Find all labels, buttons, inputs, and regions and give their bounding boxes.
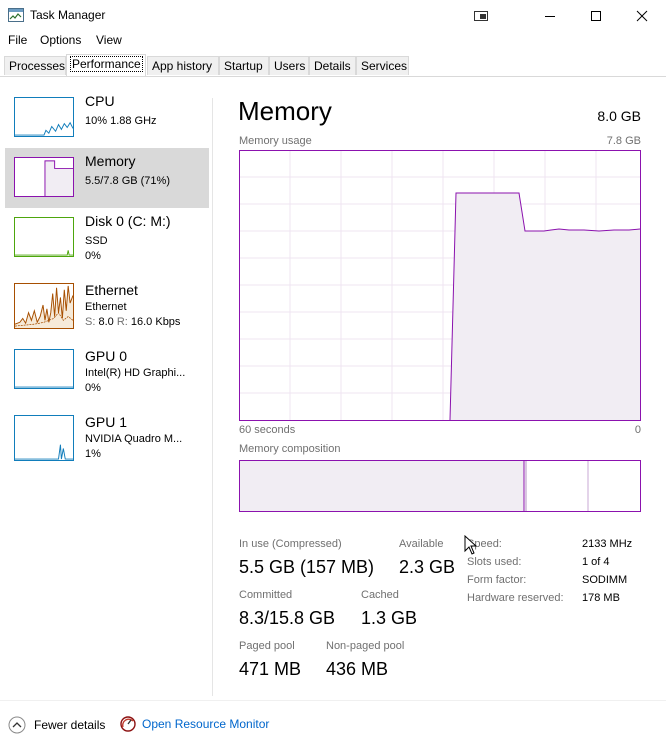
fewer-details-button[interactable]: Fewer details — [8, 716, 105, 734]
fewer-details-label: Fewer details — [34, 718, 106, 732]
graph-axis-right: 0 — [634, 424, 641, 436]
disk-type: SSD — [85, 235, 108, 247]
spec-hardware-reserved-value: 178 MB — [582, 592, 620, 604]
open-resource-monitor-label: Open Resource Monitor — [142, 717, 270, 731]
cpu-usage: 10% 1.88 GHz — [85, 115, 157, 127]
sidebar-item-disk[interactable]: Disk 0 (C: M:) SSD 0% — [5, 208, 209, 268]
ethernet-adapter: Ethernet — [85, 301, 127, 313]
memory-usage-graph — [239, 150, 641, 421]
gpu0-label: GPU 0 — [85, 348, 128, 364]
sidebar-item-gpu0[interactable]: GPU 0 Intel(R) HD Graphi... 0% — [5, 340, 209, 400]
sidebar-item-memory[interactable]: Memory 5.5/7.8 GB (71%) — [5, 148, 209, 208]
ethernet-send-value: 8.0 — [98, 316, 114, 328]
tab-startup[interactable]: Startup — [219, 56, 269, 75]
disk-label: Disk 0 (C: M:) — [85, 213, 171, 229]
spec-hardware-reserved-label: Hardware reserved: — [467, 592, 564, 604]
graph-axis-left: 60 seconds — [239, 424, 296, 436]
sidebar-item-cpu[interactable]: CPU 10% 1.88 GHz — [5, 88, 209, 148]
sidebar-item-gpu1[interactable]: GPU 1 NVIDIA Quadro M... 1% — [5, 406, 209, 466]
memory-composition-bar — [239, 460, 641, 512]
task-manager-icon — [8, 8, 24, 22]
memory-usage-max: 7.8 GB — [606, 135, 641, 147]
menu-view[interactable]: View — [96, 33, 122, 47]
ethernet-thumbnail — [14, 283, 74, 329]
minimize-icon — [545, 15, 555, 17]
memory-label: Memory — [85, 153, 136, 169]
menu-file[interactable]: File — [8, 33, 27, 47]
memory-usage-label: Memory usage — [239, 135, 312, 147]
page-title: Memory — [238, 96, 332, 126]
gpu1-model: NVIDIA Quadro M... — [85, 433, 183, 445]
memory-total: 8.0 GB — [597, 108, 641, 124]
mouse-cursor-icon — [464, 535, 478, 555]
gpu0-model: Intel(R) HD Graphi... — [85, 367, 186, 379]
tab-performance[interactable]: Performance — [66, 54, 146, 76]
compact-mode-button[interactable] — [458, 0, 504, 31]
panel-divider — [212, 98, 213, 696]
open-resource-monitor-link[interactable]: Open Resource Monitor — [120, 716, 269, 732]
spec-speed-value: 2133 MHz — [582, 538, 633, 550]
nonpaged-pool-label: Non-paged pool — [326, 640, 405, 652]
spec-slots-value: 1 of 4 — [582, 556, 610, 568]
maximize-button[interactable] — [573, 0, 619, 31]
sidebar-item-ethernet[interactable]: Ethernet Ethernet S: 8.0 R: 16.0 Kbps — [5, 274, 209, 334]
gpu1-thumbnail — [14, 415, 74, 461]
resource-monitor-icon — [120, 716, 136, 732]
committed-label: Committed — [239, 589, 293, 601]
close-button[interactable] — [619, 0, 665, 31]
chevron-up-icon — [8, 716, 26, 734]
tab-performance-label: Performance — [70, 56, 143, 72]
nonpaged-pool-value: 436 MB — [326, 659, 389, 679]
menu-options[interactable]: Options — [40, 33, 81, 47]
paged-pool-label: Paged pool — [239, 640, 295, 652]
ethernet-throughput: S: 8.0 R: 16.0 Kbps — [85, 316, 180, 328]
memory-usage: 5.5/7.8 GB (71%) — [85, 175, 170, 187]
gpu0-thumbnail — [14, 349, 74, 389]
gpu1-usage: 1% — [85, 448, 101, 460]
ethernet-receive-label: R: — [116, 316, 128, 328]
committed-value: 8.3/15.8 GB — [239, 608, 336, 628]
ethernet-send-label: S: — [85, 316, 96, 328]
tab-services[interactable]: Services — [356, 56, 409, 75]
spec-slots-label: Slots used: — [467, 556, 522, 568]
tab-details[interactable]: Details — [309, 56, 356, 75]
close-icon — [636, 10, 648, 21]
footer-separator — [0, 700, 666, 701]
disk-usage: 0% — [85, 250, 101, 262]
minimize-button[interactable] — [527, 0, 573, 31]
memory-thumbnail — [14, 157, 74, 197]
disk-thumbnail — [14, 217, 74, 257]
gpu0-usage: 0% — [85, 382, 101, 394]
tab-processes[interactable]: Processes — [4, 56, 66, 75]
in-use-label: In use (Compressed) — [239, 538, 342, 550]
spec-form-factor-label: Form factor: — [467, 574, 527, 586]
cpu-label: CPU — [85, 93, 115, 109]
available-label: Available — [399, 538, 444, 550]
ethernet-receive-value: 16.0 Kbps — [130, 316, 181, 328]
gpu1-label: GPU 1 — [85, 414, 128, 430]
ethernet-label: Ethernet — [85, 282, 138, 298]
maximize-icon — [591, 10, 601, 21]
compact-mode-icon — [474, 10, 488, 21]
window-title: Task Manager — [30, 8, 106, 22]
tab-app-history[interactable]: App history — [147, 56, 219, 75]
cpu-thumbnail — [14, 97, 74, 137]
in-use-value: 5.5 GB (157 MB) — [239, 557, 375, 577]
available-value: 2.3 GB — [399, 557, 456, 577]
spec-form-factor-value: SODIMM — [582, 574, 628, 586]
cached-value: 1.3 GB — [361, 608, 418, 628]
paged-pool-value: 471 MB — [239, 659, 302, 679]
memory-composition-label: Memory composition — [239, 443, 341, 455]
cached-label: Cached — [361, 589, 399, 601]
tab-users[interactable]: Users — [269, 56, 309, 75]
